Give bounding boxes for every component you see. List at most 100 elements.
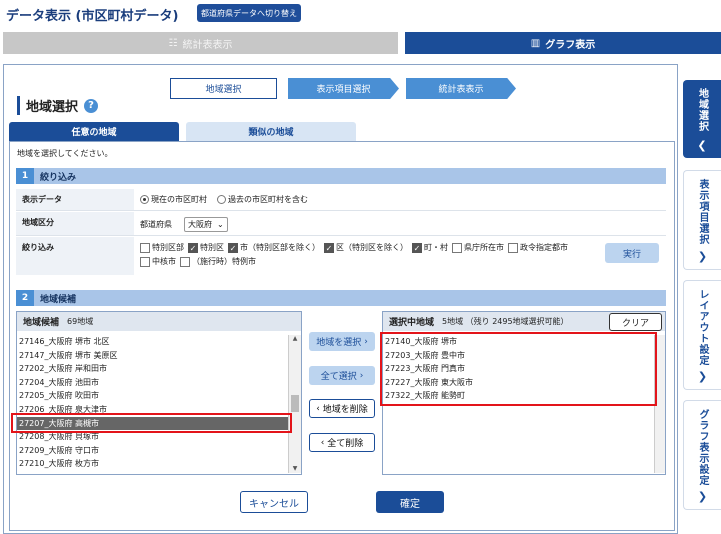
selected-list-title: 選択中地域 <box>389 318 435 328</box>
bar-chart-icon: ▥ <box>530 37 541 49</box>
list-item[interactable]: 27202_大阪府 岸和田市 <box>17 362 288 376</box>
checkbox-icon: ✓ <box>324 242 334 253</box>
filter-section-title: 絞り込み <box>40 172 77 183</box>
candidate-list-box: 地域候補 69地域 27146_大阪府 堺市 北区 27147_大阪府 堺市 美原… <box>16 311 302 475</box>
remove-region-button[interactable]: ‹ 地域を削除 <box>309 399 375 418</box>
chevron-left-icon: ❮ <box>697 139 707 152</box>
side-tab-layout-settings[interactable]: レイアウト設定 ❯ <box>683 280 721 390</box>
checkbox-icon <box>508 242 518 253</box>
filter-option-label: 特別区 <box>200 243 224 252</box>
selected-count: 5地域 （残り 2495地域選択可能） <box>442 317 569 326</box>
region-class-label: 地域区分 <box>16 212 134 235</box>
filter-option-checkbox[interactable]: ✓ 区（特別区を除く） <box>324 242 408 253</box>
filter-option-label: （施行時）特例市 <box>192 257 256 266</box>
tab-graph-label: グラフ表示 <box>545 39 596 51</box>
checkbox-icon: ✓ <box>228 242 238 253</box>
highlight-frame <box>380 332 657 406</box>
remove-region-label: 地域を削除 <box>322 405 368 415</box>
step-item-select: 表示項目選択 <box>288 78 399 99</box>
radio-current[interactable]: 現在の市区町村 <box>140 194 207 205</box>
checkbox-icon <box>140 256 150 267</box>
side-tab-region-select[interactable]: 地域選択 ❮ <box>683 80 721 158</box>
prefecture-select[interactable]: 大阪府 ⌄ <box>184 217 228 232</box>
display-data-row: 表示データ 現在の市区町村 過去の市区町村を含む <box>16 189 666 211</box>
add-region-button[interactable]: 地域を選択 › <box>309 332 375 351</box>
list-item[interactable]: 27204_大阪府 池田市 <box>17 376 288 390</box>
instruction-text: 地域を選択してください。 <box>17 149 113 158</box>
confirm-button[interactable]: 確定 <box>376 491 444 513</box>
checkbox-icon <box>180 256 190 267</box>
candidates-section-header: 2 地域候補 <box>16 290 666 306</box>
display-data-label: 表示データ <box>16 189 134 210</box>
tab-any-region[interactable]: 任意の地域 <box>9 122 179 141</box>
tab-graph[interactable]: ▥ グラフ表示 <box>405 32 721 54</box>
clear-button[interactable]: クリア <box>609 313 662 331</box>
step-stats-display: 統計表表示 <box>406 78 516 99</box>
radio-past[interactable]: 過去の市区町村を含む <box>217 194 308 205</box>
side-tab-label: 地域選択 <box>696 88 708 132</box>
chevron-left-icon: ‹ <box>316 403 320 414</box>
candidates-section-title: 地域候補 <box>40 294 77 305</box>
add-region-label: 地域を選択 <box>316 338 362 348</box>
prefecture-label: 都道府県 <box>140 220 172 229</box>
section-title: 地域選択 ? <box>17 96 99 115</box>
section-number: 2 <box>16 290 34 306</box>
side-tab-label: グラフ表示設定 <box>697 409 708 486</box>
filter-option-checkbox[interactable]: ✓ 市（特別区部を除く） <box>228 242 320 253</box>
candidate-list[interactable]: 27146_大阪府 堺市 北区 27147_大阪府 堺市 美原区 27202_大阪府… <box>17 335 288 471</box>
tab-statistics-table[interactable]: ☷ 統計表表示 <box>3 32 398 54</box>
add-all-button[interactable]: 全て選択 › <box>309 366 375 385</box>
candidate-list-header: 地域候補 69地域 <box>17 312 301 331</box>
candidate-list-title: 地域候補 <box>23 318 60 328</box>
run-button[interactable]: 実行 <box>605 243 659 263</box>
chevron-right-icon: › <box>359 370 364 381</box>
side-tab-graph-settings[interactable]: グラフ表示設定 ❯ <box>683 400 721 510</box>
side-tab-label: 表示項目選択 <box>697 179 708 245</box>
list-item[interactable]: 27209_大阪府 守口市 <box>17 444 288 458</box>
filter-option-label: 中核市 <box>152 257 176 266</box>
checkbox-icon <box>452 242 462 253</box>
filter-section-header: 1 絞り込み <box>16 168 666 184</box>
filter-option-checkbox[interactable]: ✓ 特別区 <box>188 242 224 253</box>
cancel-button[interactable]: キャンセル <box>240 491 308 513</box>
checkbox-icon: ✓ <box>412 242 422 253</box>
remove-all-button[interactable]: ‹ 全て削除 <box>309 433 375 452</box>
chevron-right-icon: ❯ <box>697 370 708 383</box>
help-icon[interactable]: ? <box>84 98 99 113</box>
region-class-row: 地域区分 都道府県 大阪府 ⌄ <box>16 212 666 236</box>
list-item[interactable]: 27146_大阪府 堺市 北区 <box>17 335 288 349</box>
filter-option-checkbox[interactable]: 政令指定都市 <box>508 242 568 253</box>
checkbox-icon <box>140 242 150 253</box>
narrow-label: 絞り込み <box>16 237 134 275</box>
filter-option-checkbox[interactable]: 特別区部 <box>140 242 184 253</box>
section-number: 1 <box>16 168 34 184</box>
narrow-row: 絞り込み 特別区部 ✓ 特別区 ✓ 市（特別区部を除く） ✓ 区（特別区を除く） ✓ 町・村 県庁… <box>16 237 666 275</box>
remove-all-label: 全て削除 <box>327 439 364 449</box>
candidate-scrollbar[interactable]: ▲ ▼ <box>288 335 301 473</box>
list-item[interactable]: 27210_大阪府 枚方市 <box>17 457 288 471</box>
tab-statistics-table-label: 統計表表示 <box>182 39 233 51</box>
filter-option-label: 県庁所在市 <box>464 243 504 252</box>
list-item[interactable]: 27205_大阪府 吹田市 <box>17 389 288 403</box>
filter-option-label: 特別区部 <box>152 243 184 252</box>
chevron-down-icon: ⌄ <box>217 220 224 229</box>
tab-similar-region[interactable]: 類似の地域 <box>186 122 356 141</box>
checkbox-icon: ✓ <box>188 242 198 253</box>
highlight-frame <box>11 413 292 433</box>
chevron-right-icon: ❯ <box>697 250 708 263</box>
chevron-left-icon: ‹ <box>320 437 325 448</box>
side-tab-item-select[interactable]: 表示項目選択 ❯ <box>683 170 721 270</box>
scroll-up-icon[interactable]: ▲ <box>289 335 301 342</box>
filter-option-checkbox[interactable]: 県庁所在市 <box>452 242 504 253</box>
filter-option-checkbox[interactable]: ✓ 町・村 <box>412 242 448 253</box>
section-title-text: 地域選択 <box>26 100 79 115</box>
filter-option-checkbox[interactable]: （施行時）特例市 <box>180 256 256 267</box>
filter-option-label: 区（特別区を除く） <box>336 243 408 252</box>
scroll-down-icon[interactable]: ▼ <box>289 465 301 472</box>
filter-option-checkbox[interactable]: 中核市 <box>140 256 176 267</box>
list-item[interactable]: 27147_大阪府 堺市 美原区 <box>17 349 288 363</box>
switch-to-prefecture-button[interactable]: 都道府県データへ切り替え <box>197 4 301 22</box>
table-icon: ☷ <box>168 37 178 49</box>
scroll-thumb[interactable] <box>291 395 299 412</box>
filter-option-label: 政令指定都市 <box>520 243 568 252</box>
